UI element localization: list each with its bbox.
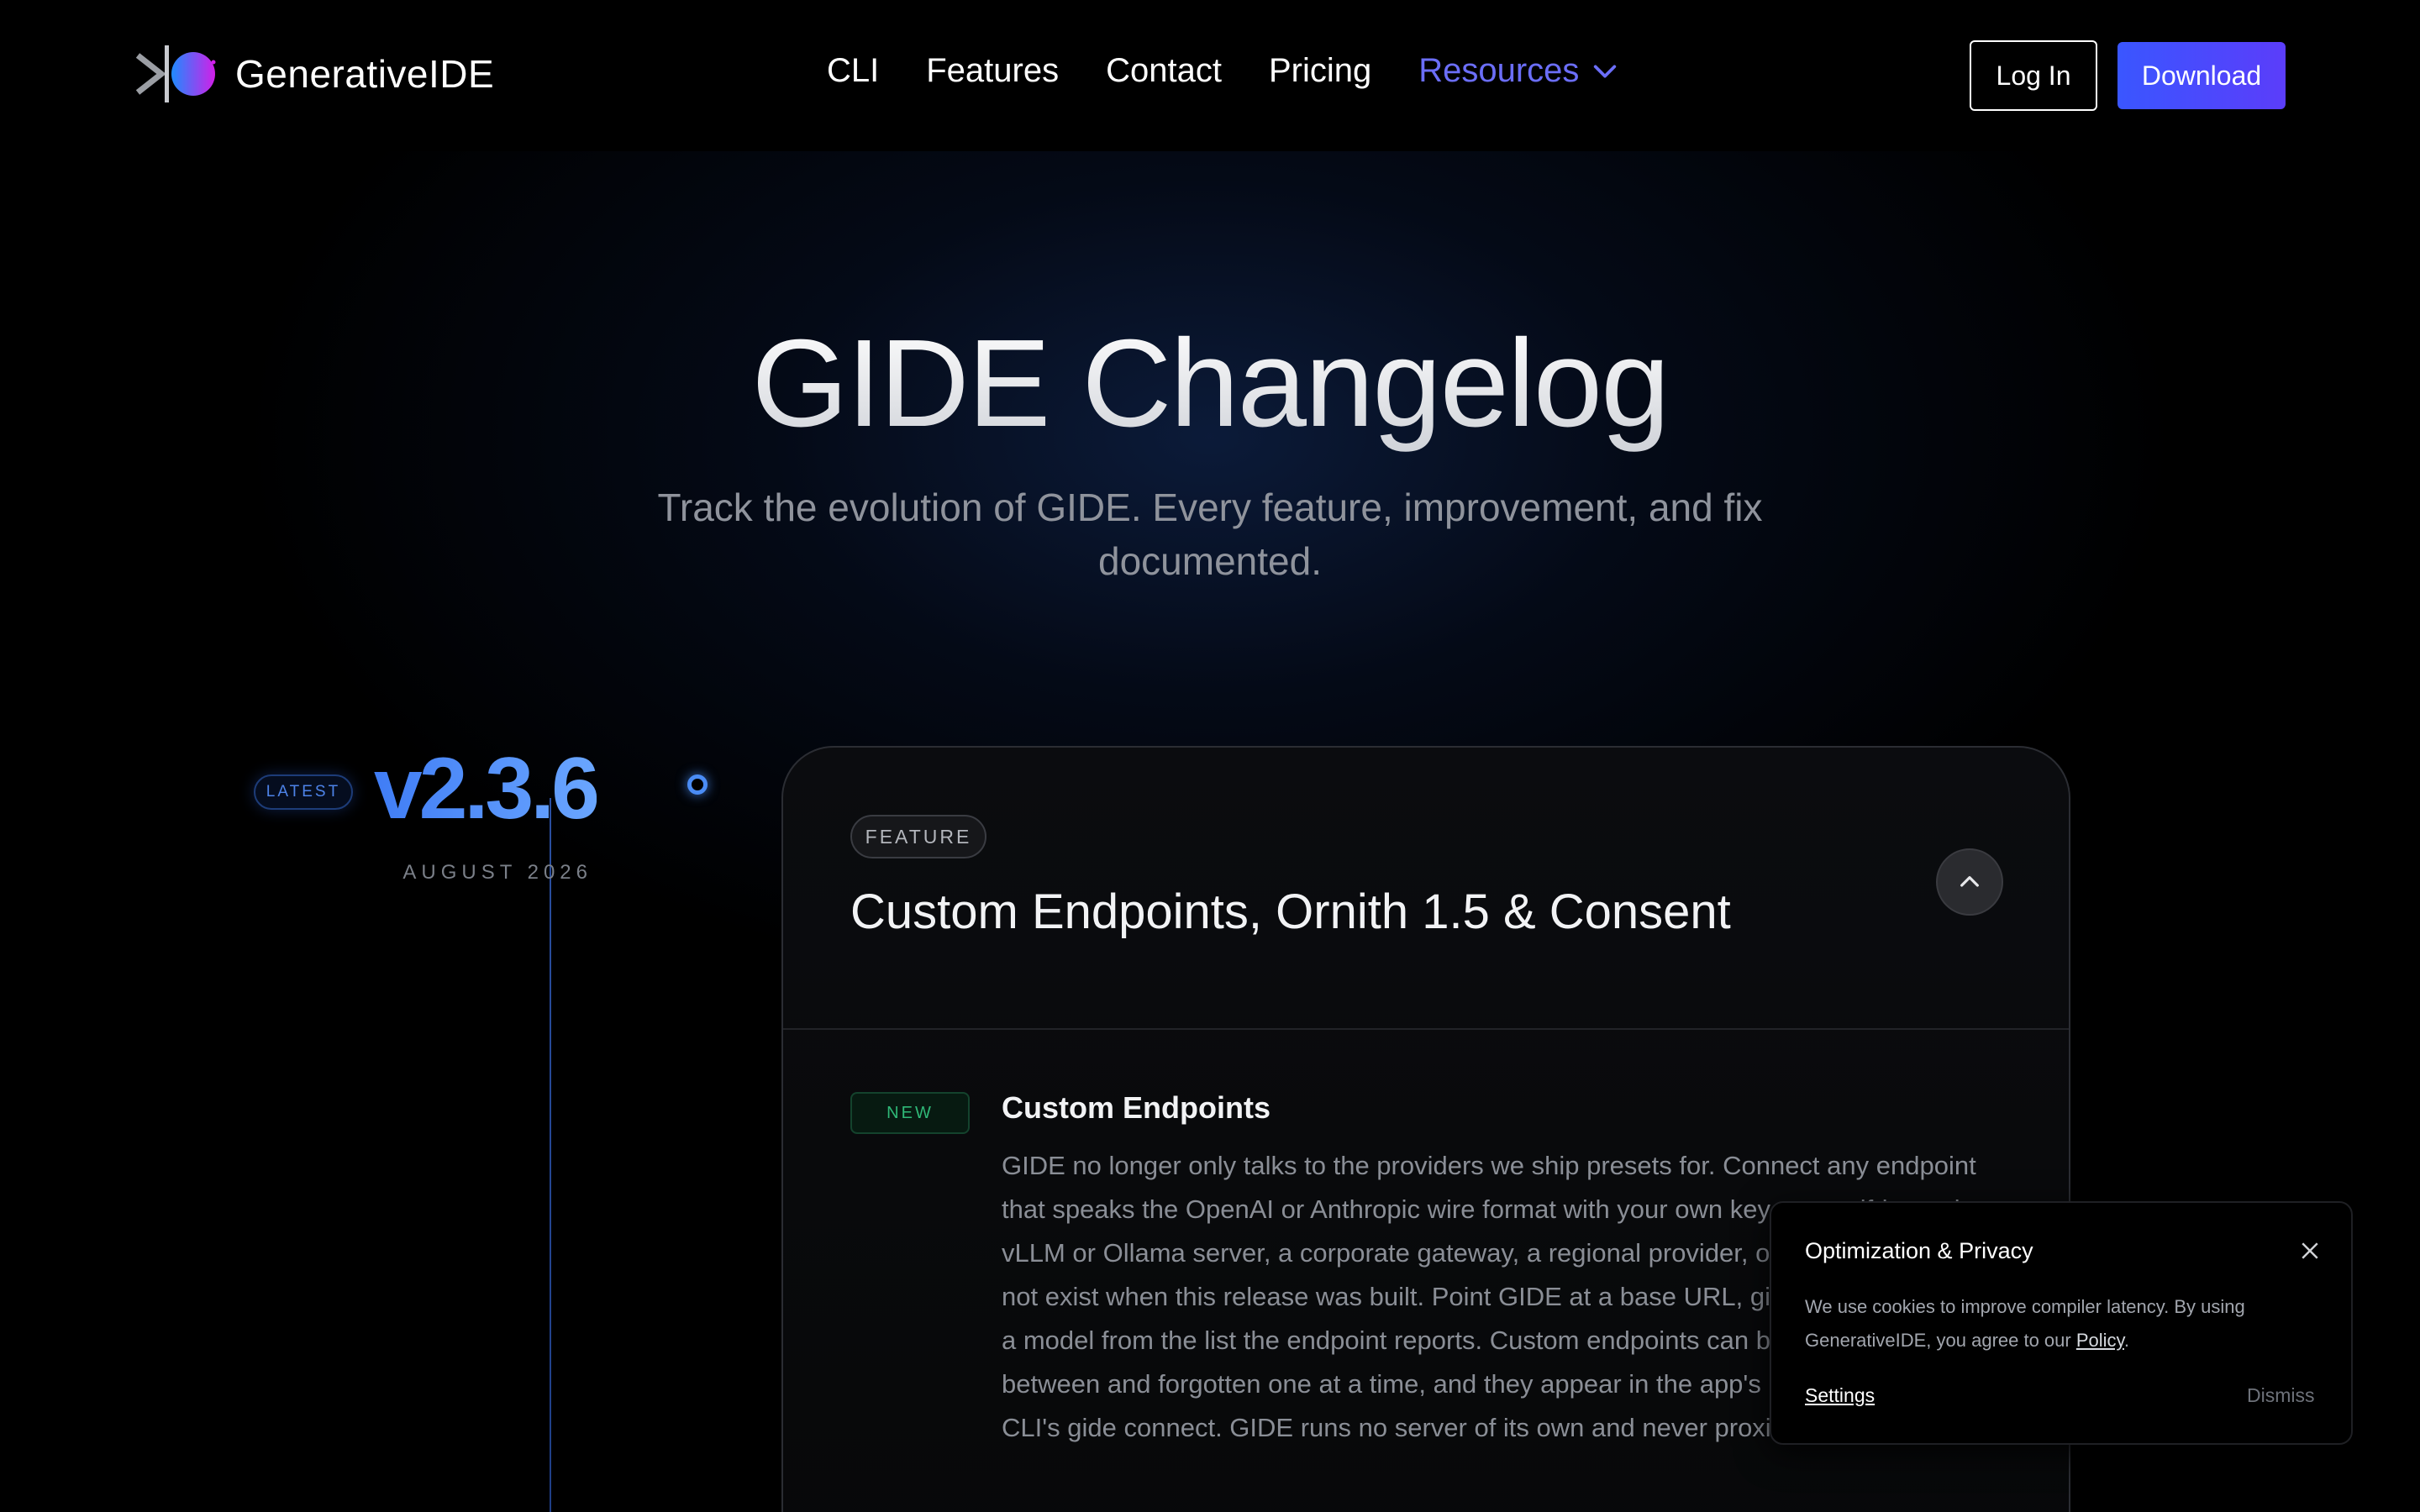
release-version: v2.3.6	[370, 739, 600, 839]
download-button[interactable]: Download	[2118, 42, 2286, 109]
cookie-text: We use cookies to improve compiler laten…	[1805, 1290, 2326, 1357]
timeline-dot	[687, 774, 708, 795]
policy-link[interactable]: Policy	[2076, 1330, 2124, 1351]
login-button[interactable]: Log In	[1970, 40, 2097, 111]
top-navigation: GenerativeIDE CLI Features Contact Prici…	[0, 0, 2420, 151]
nav-link-features[interactable]: Features	[926, 52, 1059, 90]
nav-link-pricing[interactable]: Pricing	[1269, 52, 1371, 90]
timeline-line	[550, 798, 551, 1512]
cookie-text-main: We use cookies to improve compiler laten…	[1805, 1296, 2245, 1351]
cookie-text-end: .	[2123, 1330, 2130, 1351]
nav-link-resources-label: Resources	[1418, 52, 1580, 89]
page-subtitle: Track the evolution of GIDE. Every featu…	[657, 486, 1763, 583]
entry-tag-badge: NEW	[850, 1092, 970, 1134]
cookie-title: Optimization & Privacy	[1805, 1238, 2033, 1263]
brand[interactable]: GenerativeIDE	[133, 42, 494, 106]
collapse-button[interactable]	[1936, 848, 2003, 916]
nav-link-contact[interactable]: Contact	[1106, 52, 1222, 90]
close-icon[interactable]	[2297, 1238, 2323, 1263]
chevron-up-icon	[1960, 876, 1979, 887]
release-date: AUGUST 2026	[402, 861, 592, 884]
card-divider	[783, 1028, 2069, 1030]
cookie-dismiss-button[interactable]: Dismiss	[2247, 1384, 2315, 1407]
nav-links: CLI Features Contact Pricing Resources	[827, 52, 1619, 90]
brand-name: GenerativeIDE	[235, 52, 495, 96]
cookie-banner: Optimization & Privacy We use cookies to…	[1770, 1201, 2353, 1445]
release-title: Custom Endpoints, Ornith 1.5 & Consent	[850, 885, 1731, 939]
page-title: GIDE Changelog	[0, 312, 2420, 455]
entry-title: Custom Endpoints	[1002, 1090, 1270, 1125]
cookie-settings-link[interactable]: Settings	[1805, 1384, 1875, 1407]
chevron-down-icon	[1594, 64, 1617, 78]
nav-link-resources[interactable]: Resources	[1418, 52, 1619, 90]
nav-link-cli[interactable]: CLI	[827, 52, 879, 90]
logo-icon	[135, 45, 216, 102]
release-type-badge: FEATURE	[850, 815, 986, 858]
latest-badge: LATEST	[254, 774, 353, 810]
